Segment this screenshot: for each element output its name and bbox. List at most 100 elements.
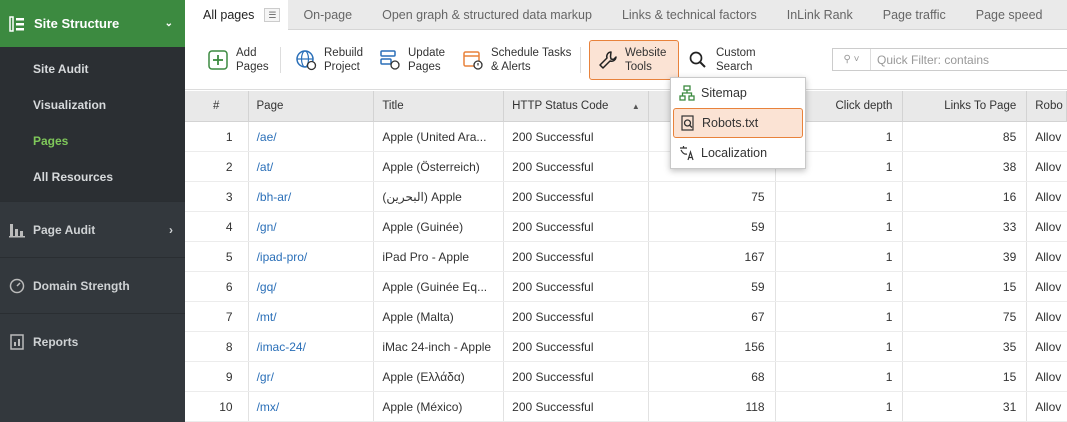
custom-search-button[interactable]: Custom Search	[687, 40, 756, 80]
tab-label: All pages	[203, 8, 255, 22]
click-depth-cell: 1	[776, 242, 904, 271]
page-url-link[interactable]: /bh-ar/	[249, 182, 375, 211]
quick-filter-placeholder: Quick Filter: contains	[877, 52, 990, 67]
tab-bar: All pages ☰ On-page Open graph & structu…	[185, 0, 1067, 30]
rebuild-project-button[interactable]: Rebuild Project	[295, 40, 363, 80]
page-url-link[interactable]: /mx/	[249, 392, 375, 421]
robots-file-icon	[680, 115, 696, 131]
update-pages-button[interactable]: Update Pages	[379, 40, 445, 80]
website-tools-dropdown: Sitemap Robots.txt Localization	[670, 77, 806, 169]
sidebar-item-visualization[interactable]: Visualization	[0, 87, 185, 123]
tab-open-graph[interactable]: Open graph & structured data markup	[367, 0, 607, 29]
tab-on-page[interactable]: On-page	[288, 0, 367, 29]
table-row[interactable]: 10/mx/Apple (México) 200 Successful 118 1 31…	[185, 392, 1067, 422]
sidebar-section-reports[interactable]: Reports	[0, 313, 185, 369]
page-url-link[interactable]: /imac-24/	[249, 332, 375, 361]
tab-all-pages[interactable]: All pages ☰	[185, 0, 289, 30]
page-url-link[interactable]: /mt/	[249, 302, 375, 331]
schedule-tasks-button[interactable]: Schedule Tasks & Alerts	[462, 40, 571, 80]
table-row[interactable]: 1/ae/Apple (United Ara... 200 Successful 1…	[185, 122, 1067, 152]
page-title-cell: Apple (México)	[374, 392, 505, 421]
table-row[interactable]: 6/gq/Apple (Guinée Eq... 200 Successful 59…	[185, 272, 1067, 302]
links-to-page-cell: 35	[903, 332, 1028, 361]
filter-search-icon[interactable]: ⚲ ˅	[833, 49, 871, 70]
row-number: 3	[185, 182, 249, 211]
sort-ascending-icon: ▲	[631, 101, 640, 111]
tab-page-speed[interactable]: Page speed	[961, 0, 1058, 29]
sidebar-section-label: Domain Strength	[33, 278, 130, 293]
row-number: 8	[185, 332, 249, 361]
update-icon	[379, 49, 401, 71]
robots-cell: Allov	[1035, 309, 1062, 324]
quick-filter-input[interactable]: ⚲ ˅ Quick Filter: contains	[832, 48, 1067, 71]
column-header-page[interactable]: Page	[249, 91, 375, 121]
sidebar-header-label: Site Structure	[34, 16, 120, 31]
website-tools-button[interactable]: Website Tools	[589, 40, 679, 80]
links-to-page-cell: 15	[903, 272, 1028, 301]
tab-links-technical[interactable]: Links & technical factors	[607, 0, 772, 29]
table-row[interactable]: 2/at/Apple (Österreich) 200 Successful 1 38…	[185, 152, 1067, 182]
menu-item-label: Sitemap	[701, 86, 747, 100]
table-row[interactable]: 9/gr/Apple (Ελλάδα) 200 Successful 68 1 15 Al…	[185, 362, 1067, 392]
page-url-link[interactable]: /gn/	[249, 212, 375, 241]
row-number: 9	[185, 362, 249, 391]
robots-cell: Allov	[1035, 219, 1062, 234]
sitemap-icon	[679, 85, 695, 101]
schedule-tasks-label: Schedule Tasks & Alerts	[491, 47, 572, 73]
http-status-cell: 200 Successful	[504, 272, 649, 301]
click-depth-cell: 1	[776, 302, 904, 331]
calendar-clock-icon	[462, 49, 484, 71]
menu-item-sitemap[interactable]: Sitemap	[671, 78, 805, 108]
table-row[interactable]: 3/bh-ar/(البحرين) Apple 200 Successful 75 1…	[185, 182, 1067, 212]
column-header-links-to-page[interactable]: Links To Page	[903, 91, 1028, 121]
tab-inlink-rank[interactable]: InLink Rank	[772, 0, 868, 29]
sidebar-section-label: Reports	[33, 334, 79, 349]
row-number: 6	[185, 272, 249, 301]
table-row[interactable]: 4/gn/Apple (Guinée) 200 Successful 59 1 33 Al…	[185, 212, 1067, 242]
site-structure-icon	[8, 15, 26, 33]
page-url-link[interactable]: /ipad-pro/	[249, 242, 375, 271]
table-row[interactable]: 8/imac-24/iMac 24-inch - Apple 200 Succes…	[185, 332, 1067, 362]
pages-table: # Page Title HTTP Status Code ▲ Click de…	[185, 91, 1067, 422]
page-url-link[interactable]: /gq/	[249, 272, 375, 301]
sidebar-item-all-resources[interactable]: All Resources	[0, 159, 185, 195]
row-number: 1	[185, 122, 249, 151]
tab-page-traffic[interactable]: Page traffic	[868, 0, 961, 29]
http-status-cell: 200 Successful	[504, 362, 649, 391]
sidebar-section-domain-strength[interactable]: Domain Strength	[0, 257, 185, 313]
menu-item-localization[interactable]: Localization	[671, 138, 805, 168]
column-header-title[interactable]: Title	[374, 91, 505, 121]
add-pages-label: Add Pages	[236, 47, 269, 73]
table-row[interactable]: 7/mt/Apple (Malta) 200 Successful 67 1 75 All…	[185, 302, 1067, 332]
robots-cell: Allov	[1035, 369, 1062, 384]
page-title-cell: Apple (Guinée Eq...	[374, 272, 505, 301]
sidebar-section-page-audit[interactable]: Page Audit ›	[0, 201, 185, 257]
sidebar-header-site-structure[interactable]: Site Structure ⌄	[0, 0, 185, 47]
links-to-page-cell: 33	[903, 212, 1028, 241]
page-title-cell: Apple (Malta)	[374, 302, 505, 331]
bar-chart-icon	[8, 221, 26, 239]
hidden-column-cell: 59	[649, 272, 776, 301]
http-status-cell: 200 Successful	[504, 242, 649, 271]
page-url-link[interactable]: /at/	[249, 152, 375, 181]
links-to-page-cell: 31	[903, 392, 1028, 421]
click-depth-cell: 1	[776, 212, 904, 241]
table-row[interactable]: 5/ipad-pro/iPad Pro - Apple 200 Successfu…	[185, 242, 1067, 272]
menu-item-robots-txt[interactable]: Robots.txt	[673, 108, 803, 138]
plus-icon	[207, 49, 229, 71]
add-pages-button[interactable]: Add Pages	[207, 40, 269, 80]
column-header-http-status[interactable]: HTTP Status Code ▲	[504, 91, 649, 121]
sidebar-item-pages[interactable]: Pages	[0, 123, 185, 159]
rebuild-project-label: Rebuild Project	[324, 47, 363, 73]
hidden-column-cell: 156	[649, 332, 776, 361]
row-number: 7	[185, 302, 249, 331]
column-header-robots[interactable]: Robo	[1027, 91, 1067, 121]
hamburger-menu-icon[interactable]: ☰	[264, 8, 281, 22]
click-depth-cell: 1	[776, 332, 904, 361]
column-header-number[interactable]: #	[185, 91, 249, 121]
page-url-link[interactable]: /gr/	[249, 362, 375, 391]
http-status-cell: 200 Successful	[504, 122, 649, 151]
sidebar-item-site-audit[interactable]: Site Audit	[0, 51, 185, 87]
page-url-link[interactable]: /ae/	[249, 122, 375, 151]
links-to-page-cell: 75	[903, 302, 1028, 331]
